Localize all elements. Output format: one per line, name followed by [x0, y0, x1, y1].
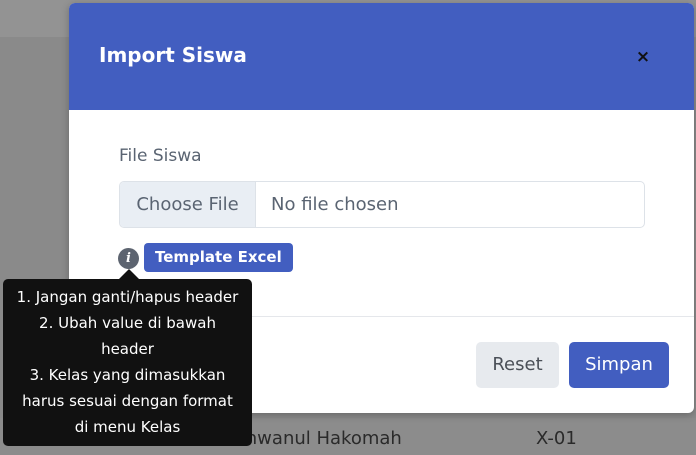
modal-header: Import Siswa × — [69, 3, 694, 110]
tooltip-line: di menu Kelas — [74, 418, 181, 436]
tooltip-line: harus sesuai dengan format — [22, 392, 233, 410]
reset-button[interactable]: Reset — [476, 342, 559, 388]
tooltip-line: 3. Kelas yang dimasukkan — [29, 366, 226, 384]
info-tooltip: 1. Jangan ganti/hapus header 2. Ubah val… — [3, 279, 252, 446]
template-excel-button[interactable]: Template Excel — [144, 243, 293, 272]
file-status-text: No file chosen — [271, 194, 399, 215]
info-icon[interactable]: i — [118, 248, 139, 269]
tooltip-arrow — [119, 269, 139, 279]
background-row-class: X-01 — [536, 428, 577, 449]
modal-title: Import Siswa — [99, 43, 247, 67]
tooltip-line: 2. Ubah value di bawah — [39, 314, 216, 332]
choose-file-button[interactable]: Choose File — [120, 182, 256, 227]
file-input[interactable]: Choose File No file chosen — [119, 181, 645, 228]
simpan-button[interactable]: Simpan — [569, 342, 669, 388]
close-icon[interactable]: × — [633, 47, 653, 67]
file-siswa-label: File Siswa — [119, 146, 202, 166]
tooltip-line: 1. Jangan ganti/hapus header — [16, 288, 239, 306]
tooltip-line: header — [101, 340, 154, 358]
